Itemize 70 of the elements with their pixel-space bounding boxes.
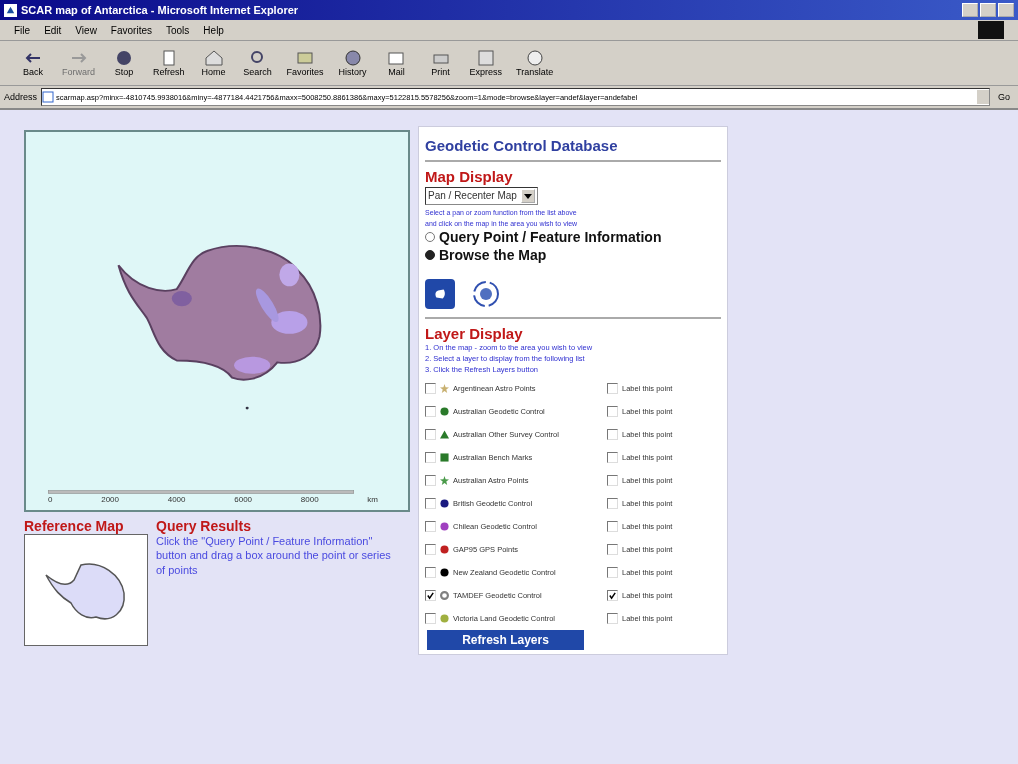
caret-icon	[523, 191, 532, 200]
radio-label: Browse the Map	[439, 246, 547, 263]
minimize-button[interactable]	[962, 3, 978, 17]
radio-button[interactable]	[425, 249, 435, 260]
scale-label: 4000	[167, 495, 186, 504]
section-heading: Query Results	[156, 518, 252, 534]
label-checkbox[interactable]	[607, 475, 618, 487]
menu-item[interactable]: Help	[203, 24, 224, 36]
toolbar-button[interactable]: Express	[463, 47, 509, 79]
label-checkbox[interactable]	[607, 613, 618, 625]
layer-checkbox[interactable]	[425, 452, 436, 464]
panel-title: Geodetic Control Database	[425, 137, 619, 154]
toolbar-button[interactable]: Mail	[375, 47, 418, 79]
refresh-layers-button[interactable]: Refresh Layers	[427, 630, 584, 651]
label-checkbox[interactable]	[607, 452, 618, 464]
home-icon	[202, 49, 225, 67]
browser-logo	[978, 21, 1004, 39]
layer-checkbox[interactable]	[425, 429, 436, 441]
label-checkbox[interactable]	[607, 406, 618, 418]
label-checkbox[interactable]	[607, 498, 618, 510]
toolbar-button[interactable]: Refresh	[147, 47, 191, 79]
layer-checkbox[interactable]	[425, 406, 436, 418]
menu-item[interactable]: View	[75, 24, 97, 36]
page-icon	[42, 91, 55, 103]
layer-checkbox[interactable]	[425, 590, 436, 602]
menu-item[interactable]: Tools	[166, 24, 190, 36]
query-instructions: Click the "Query Point / Feature Information" button and drag a box around the point or series of points	[156, 534, 392, 577]
toolbar-button[interactable]: Back	[12, 47, 54, 79]
menu-item[interactable]: Edit	[44, 24, 62, 36]
menu-item[interactable]: Favorites	[110, 24, 152, 36]
toolbar-button[interactable]: Stop	[103, 47, 145, 79]
section-heading: Map Display	[425, 168, 514, 185]
address-label: Address	[4, 92, 38, 102]
section-heading: Reference Map	[24, 518, 125, 534]
scale-label: 6000	[234, 495, 253, 504]
refresh-icon[interactable]	[471, 278, 501, 309]
toolbar-button[interactable]: Translate	[510, 47, 560, 79]
radio-button[interactable]	[425, 231, 435, 242]
layer-checkbox[interactable]	[425, 383, 436, 395]
toolbar-button[interactable]: History	[331, 47, 374, 79]
label-checkbox[interactable]	[607, 567, 618, 579]
toolbar-button[interactable]: Favorites	[280, 47, 330, 79]
label-checkbox[interactable]	[607, 544, 618, 556]
close-button[interactable]	[998, 3, 1014, 17]
label-checkbox[interactable]	[607, 429, 618, 441]
pan-button[interactable]	[425, 278, 455, 309]
toolbar-button[interactable]: Search	[236, 47, 279, 79]
map-tool-dropdown[interactable]: Pan / Recenter Map	[425, 186, 538, 205]
window-title: SCAR map of Antarctica - Microsoft Internet Explorer	[21, 4, 300, 16]
layer-checkbox[interactable]	[425, 567, 436, 579]
scale-unit: km	[367, 495, 378, 504]
layer-checkbox[interactable]	[425, 521, 436, 533]
scale-label: 2000	[101, 495, 119, 504]
label-checkbox[interactable]	[607, 590, 618, 602]
scale-label: 8000	[300, 495, 319, 504]
scale-label: 0	[48, 495, 53, 504]
label-checkbox[interactable]	[607, 383, 618, 395]
radio-label: Query Point / Feature Information	[439, 228, 662, 245]
layer-checkbox[interactable]	[425, 544, 436, 556]
layer-checkbox[interactable]	[425, 475, 436, 487]
browser-icon	[4, 3, 17, 17]
toolbar-button[interactable]: Home	[192, 47, 235, 79]
layer-checkbox[interactable]	[425, 498, 436, 510]
label-checkbox[interactable]	[607, 521, 618, 533]
section-heading: Layer Display	[425, 324, 524, 342]
menu-item[interactable]: File	[14, 24, 31, 36]
toolbar-button[interactable]: Print	[419, 47, 462, 79]
map-view[interactable]: 0 2000 4000 6000 8000 km	[24, 130, 410, 512]
maximize-button[interactable]	[980, 3, 996, 17]
layer-checkbox[interactable]	[425, 613, 436, 625]
